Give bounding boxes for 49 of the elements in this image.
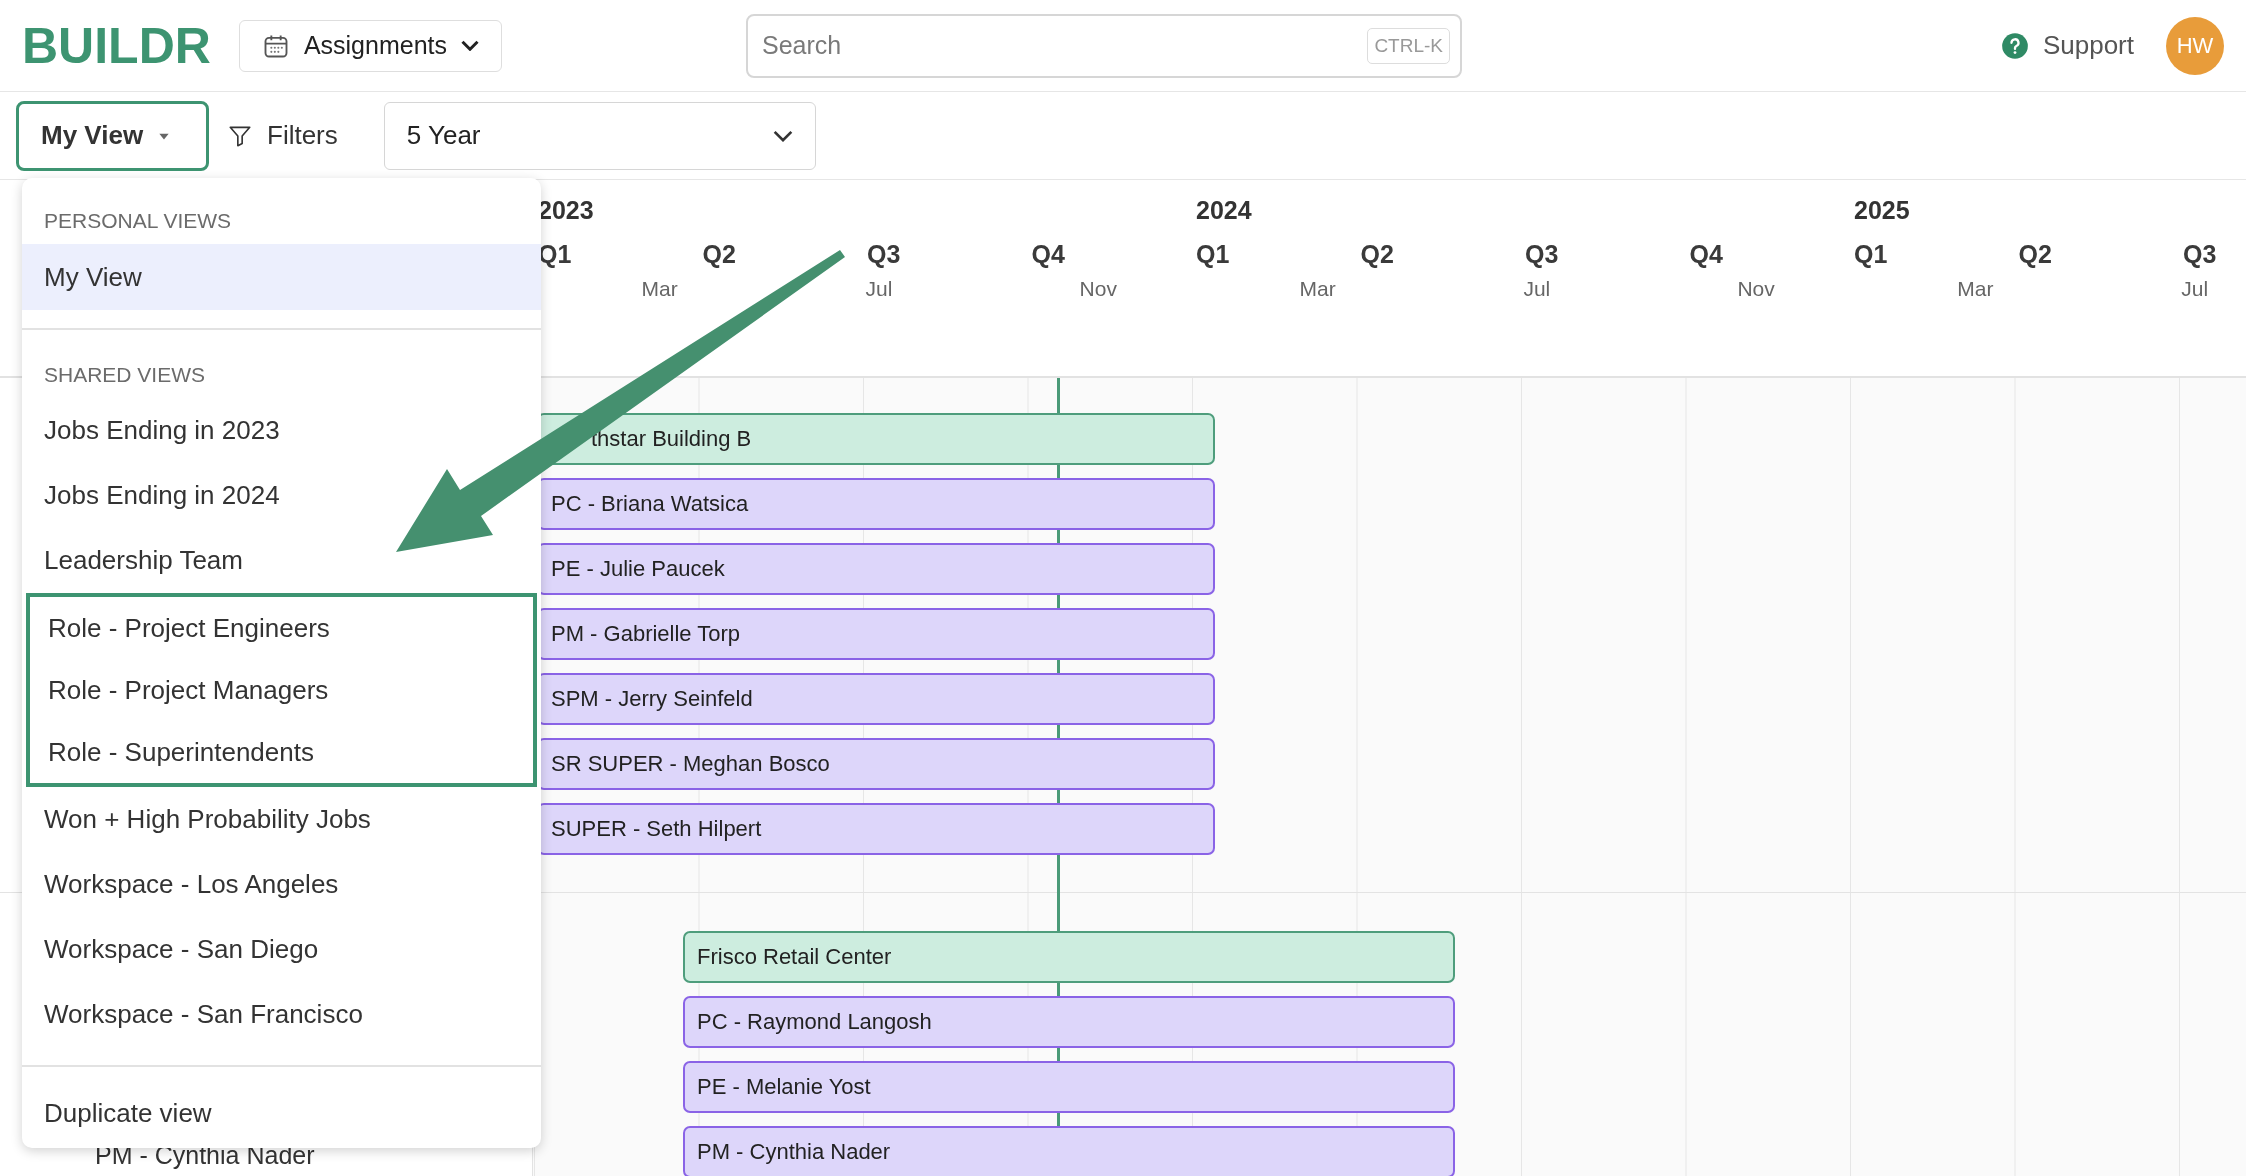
help-icon	[2000, 31, 2029, 60]
menu-item[interactable]: Workspace - San Francisco	[22, 982, 385, 1047]
month-label: Mar	[641, 277, 678, 300]
month-label: Jul	[865, 277, 893, 300]
quarter-label: Q1	[1196, 240, 1230, 269]
range-select[interactable]: 5 Year	[383, 101, 816, 170]
menu-item[interactable]: Workspace - Los Angeles	[22, 852, 361, 917]
shortcut-hint: CTRL-K	[1367, 27, 1450, 64]
quarter-label: Q3	[867, 240, 901, 269]
month-label: Nov	[1737, 277, 1775, 300]
quarter-label: Q2	[2018, 240, 2052, 269]
timeline-bar[interactable]: PC - Raymond Langosh	[683, 996, 1455, 1048]
quarter-label: Q4	[1031, 240, 1065, 269]
menu-item[interactable]: My View	[22, 244, 541, 310]
menu-item[interactable]: Jobs Ending in 2023	[22, 398, 302, 463]
menu-section-heading: SHARED VIEWS	[43, 362, 207, 388]
menu-item[interactable]: Won + High Probability Jobs	[22, 787, 393, 852]
view-dropdown[interactable]: My View	[16, 100, 209, 171]
month-label: Nov	[1079, 277, 1117, 300]
logo: BUILDR	[22, 16, 211, 75]
quarter-label: Q4	[1689, 240, 1723, 269]
chevron-down-icon	[772, 129, 793, 142]
chevron-down-icon	[461, 40, 479, 51]
month-label: Jul	[2181, 277, 2209, 300]
menu-item[interactable]: Workspace - San Diego	[22, 917, 341, 982]
menu-item[interactable]: Role - Project Engineers	[30, 597, 352, 659]
menu-item[interactable]: Jobs Ending in 2024	[22, 463, 302, 528]
timeline-bar[interactable]: PE - Melanie Yost	[683, 1061, 1455, 1113]
menu-item[interactable]: Role - Project Managers	[30, 659, 351, 721]
quarter-label: Q1	[1854, 240, 1888, 269]
duplicate-view-item[interactable]: Duplicate view	[22, 1081, 234, 1146]
year-label: 2024	[1196, 196, 1252, 226]
quarter-label: Q2	[702, 240, 736, 269]
year-label: 2023	[538, 196, 594, 226]
module-dropdown[interactable]: Assignments	[238, 19, 502, 72]
support-link[interactable]: Support	[2000, 30, 2134, 61]
quarter-label: Q3	[2183, 240, 2217, 269]
filters-button[interactable]: Filters	[221, 112, 344, 159]
timeline-bar[interactable]: PM - Cynthia Nader	[683, 1126, 1455, 1176]
timeline-bar[interactable]: Frisco Retail Center	[683, 931, 1455, 983]
month-label: Mar	[1957, 277, 1994, 300]
month-label: Jul	[1523, 277, 1551, 300]
quarter-label: Q3	[1525, 240, 1559, 269]
quarter-label: Q2	[1360, 240, 1394, 269]
month-label: Mar	[1299, 277, 1336, 300]
menu-item[interactable]: Role - Superintendents	[30, 721, 336, 783]
menu-item[interactable]: Leadership Team	[22, 528, 265, 593]
year-label: 2025	[1854, 196, 1910, 226]
menu-section-heading: PERSONAL VIEWS	[43, 208, 233, 234]
